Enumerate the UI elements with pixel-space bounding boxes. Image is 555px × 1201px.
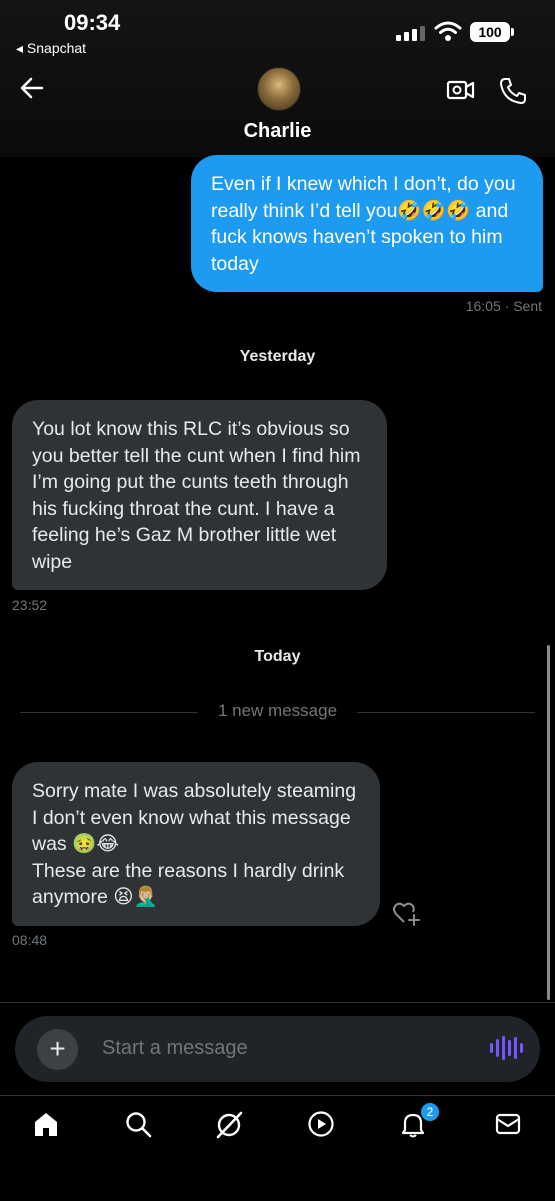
wifi-icon: [434, 21, 462, 41]
messages-icon[interactable]: [494, 1110, 522, 1138]
video-icon[interactable]: [307, 1110, 335, 1138]
back-to-app-link[interactable]: ◂ Snapchat: [16, 40, 86, 57]
message-text-line: These are the reasons I hardly drink any…: [32, 859, 345, 909]
message-input[interactable]: Start a message: [102, 1037, 248, 1060]
message-composer[interactable]: [15, 1016, 540, 1082]
voice-message-icon[interactable]: [490, 1036, 523, 1060]
battery-tip: [511, 28, 514, 36]
search-icon[interactable]: [124, 1110, 152, 1138]
signal-icon: [396, 26, 425, 41]
battery-indicator: 100: [470, 22, 510, 42]
sent-message-meta: 16:05 · Sent: [465, 298, 542, 314]
date-separator-today: Today: [254, 648, 301, 665]
home-icon[interactable]: [32, 1110, 60, 1138]
message-timestamp: 23:52: [12, 597, 48, 613]
contact-name[interactable]: Charlie: [0, 120, 555, 143]
date-separator-yesterday: Yesterday: [239, 348, 316, 365]
status-time: 09:34: [64, 10, 121, 35]
notifications-badge: 2: [421, 1103, 439, 1121]
scrollbar[interactable]: [547, 645, 550, 1000]
sent-message-bubble[interactable]: Even if I knew which I don’t, do you rea…: [191, 155, 543, 292]
received-message-bubble[interactable]: You lot know this RLC it’s obvious so yo…: [12, 400, 387, 590]
avatar[interactable]: [257, 67, 301, 111]
video-call-icon[interactable]: [446, 76, 476, 104]
add-media-button[interactable]: +: [37, 1029, 78, 1070]
add-reaction-icon[interactable]: [392, 900, 422, 926]
new-message-label: 1 new message: [217, 701, 338, 720]
phone-call-icon[interactable]: [498, 76, 528, 106]
message-timestamp: 08:48: [12, 932, 48, 948]
bottom-tab-bar: [0, 1095, 555, 1201]
back-arrow-icon[interactable]: [18, 74, 46, 102]
message-text-line: Sorry mate I was absolutely steaming I d…: [32, 780, 357, 855]
received-message-bubble[interactable]: Sorry mate I was absolutely steaming I d…: [12, 762, 380, 926]
grok-icon[interactable]: [214, 1110, 244, 1140]
composer-divider: [0, 1002, 555, 1003]
